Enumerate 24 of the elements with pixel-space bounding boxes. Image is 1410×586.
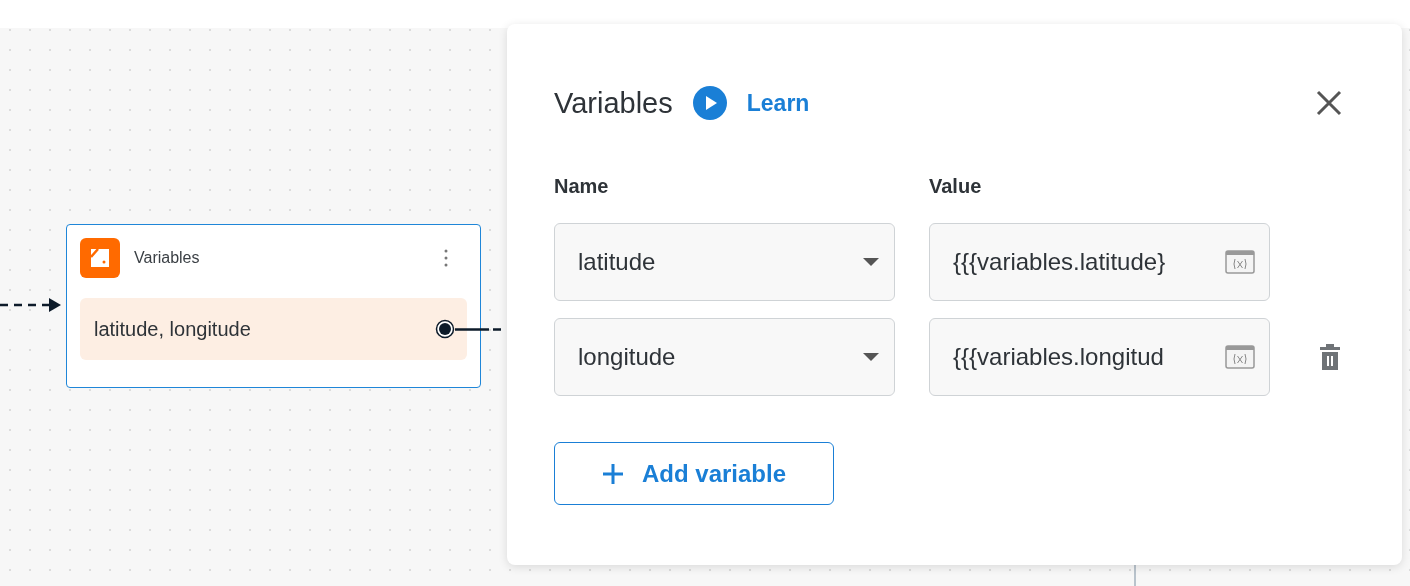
value-field[interactable]: {{{variables.longitud (929, 318, 1270, 396)
name-dropdown[interactable]: latitude (554, 223, 895, 301)
add-variable-button[interactable]: Add variable (554, 442, 834, 505)
caret-icon (862, 257, 880, 267)
name-dropdown[interactable]: longitude (554, 318, 895, 396)
variable-icon[interactable] (1225, 345, 1255, 369)
plus-icon (601, 462, 624, 485)
more-icon[interactable] (443, 248, 449, 268)
node-title: Variables (134, 249, 201, 267)
column-header: Value (929, 175, 983, 198)
panel-title: Variables (554, 86, 673, 120)
connector-arrow (0, 296, 62, 314)
caret-icon (862, 352, 880, 362)
learn-link[interactable]: Learn (746, 89, 810, 117)
output-port[interactable] (435, 319, 455, 339)
variable-icon[interactable] (1225, 250, 1255, 274)
delete-icon[interactable] (1318, 344, 1342, 370)
play-icon[interactable] (692, 86, 727, 120)
value-field[interactable]: {{{variables.latitude} (929, 223, 1270, 301)
close-icon[interactable] (1314, 88, 1344, 118)
variables-icon (80, 238, 120, 278)
variables-node[interactable]: Variables latitude, longitude (66, 224, 481, 388)
column-header: Name (554, 175, 610, 198)
output-label: latitude, longitude (94, 317, 251, 341)
